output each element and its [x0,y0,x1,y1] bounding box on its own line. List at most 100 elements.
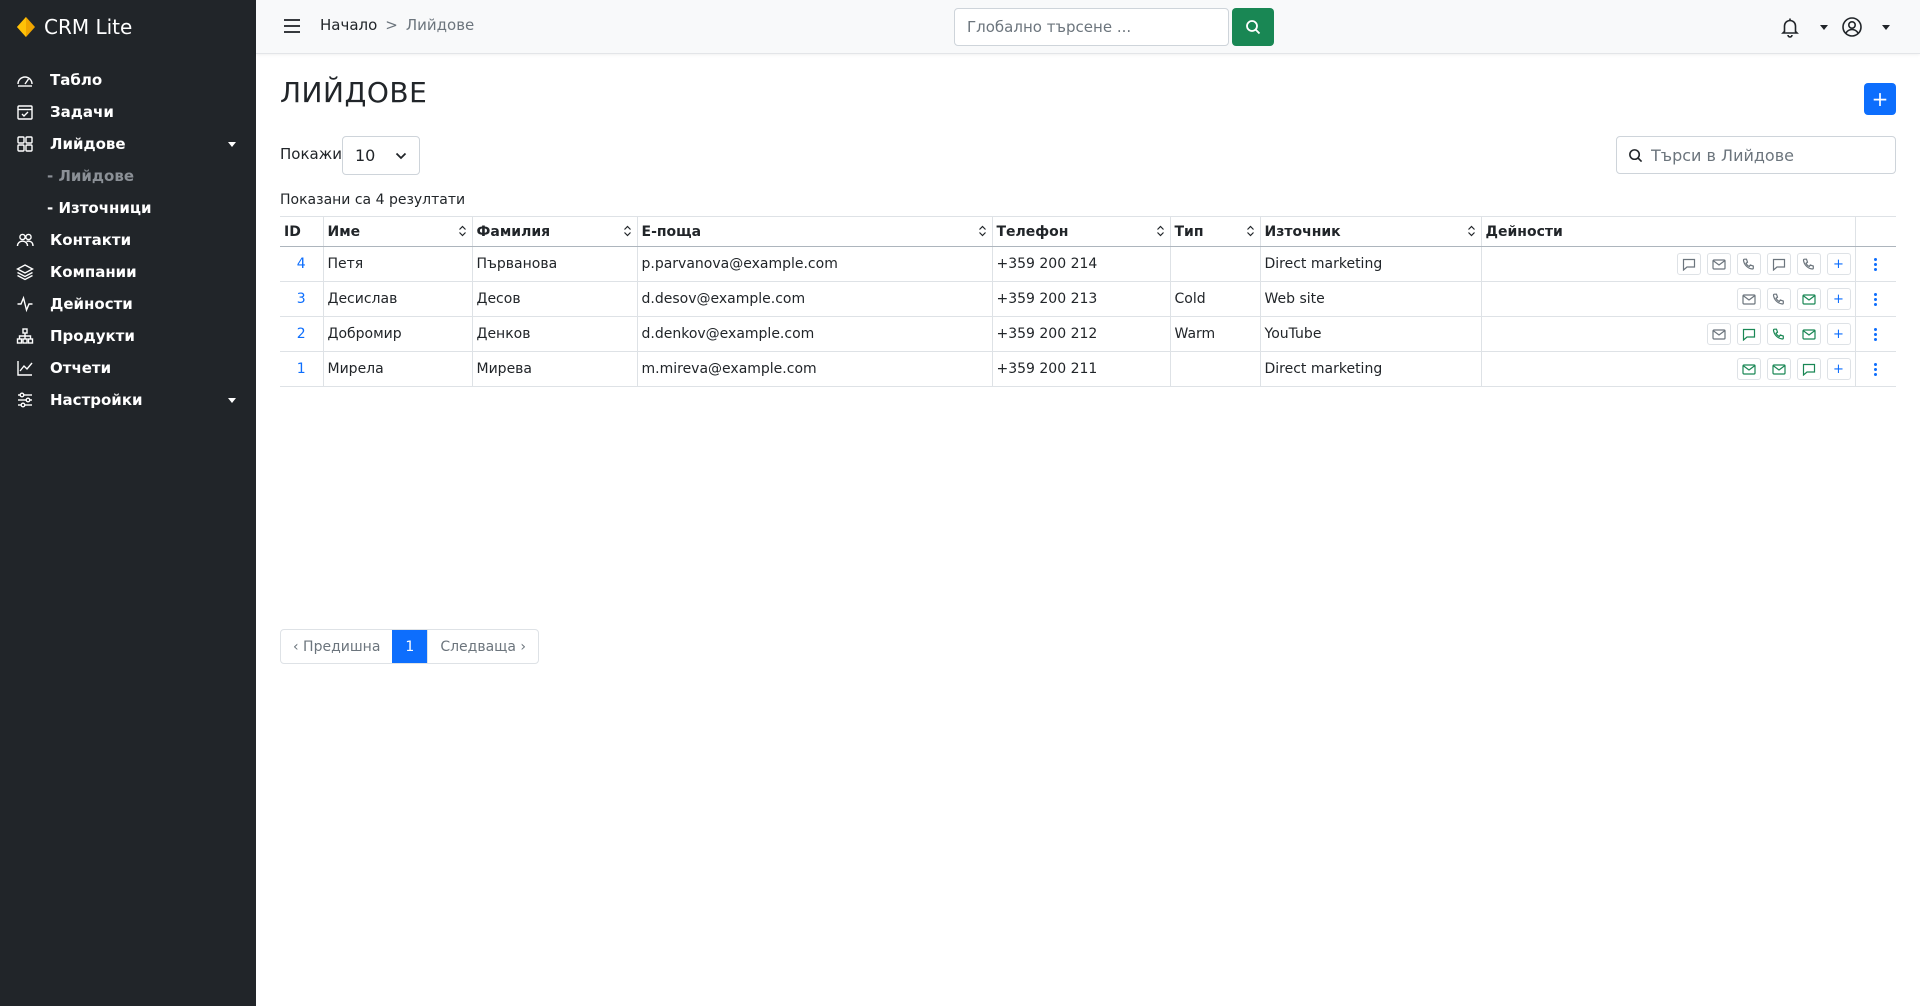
search-icon [1628,148,1643,163]
table-header-row: ID Име Фамилия Е-поща Телефон Тип Източн… [280,216,1896,247]
activity-phone-button[interactable] [1766,288,1791,310]
last-name-cell: Първанова [471,246,637,282]
kebab-menu-icon[interactable] [1871,254,1881,274]
breadcrumb-home-link[interactable]: Начало [320,16,377,34]
activity-envelope-button[interactable] [1736,288,1761,310]
column-header-id[interactable]: ID [280,216,323,247]
activity-chat-button[interactable] [1796,358,1821,380]
breadcrumb-separator: > [385,16,398,34]
sidebar-item-dashboard[interactable]: Табло [0,64,256,96]
pagination-page-current[interactable]: 1 [392,630,428,663]
table-row: 3 Десислав Десов d.desov@example.com +35… [280,281,1896,317]
pagination-next[interactable]: Следваща › [427,630,538,663]
source-cell: Direct marketing [1259,246,1481,282]
activity-envelope-button[interactable] [1736,358,1761,380]
lead-id-link[interactable]: 4 [280,246,323,282]
activity-chat-button[interactable] [1736,323,1761,345]
sort-icon [623,225,632,237]
lead-id-link[interactable]: 2 [280,316,323,352]
dashboard-icon [15,70,35,90]
lead-id-link[interactable]: 1 [280,351,323,387]
phone-cell: +359 200 214 [991,246,1170,282]
sidebar-item-leads[interactable]: Лийдове [0,128,256,160]
email-cell: d.denkov@example.com [636,316,992,352]
sidebar-subitem-sources[interactable]: - Източници [0,192,256,224]
sidebar-item-label: Компании [50,263,137,281]
column-header-source[interactable]: Източник [1259,216,1481,247]
phone-icon [1742,258,1755,271]
activity-envelope-button[interactable] [1796,288,1821,310]
people-icon [15,230,35,250]
page-title: ЛИЙДОВЕ [280,76,428,109]
brand[interactable]: CRM Lite [16,14,132,40]
activity-envelope-button[interactable] [1706,253,1731,275]
app-name: CRM Lite [44,15,133,39]
sidebar-item-label: Табло [50,71,103,89]
pagination-previous[interactable]: ‹ Предишна [281,630,392,663]
grid-icon [15,134,35,154]
activity-envelope-button[interactable] [1796,323,1821,345]
plus-icon: + [1871,87,1889,111]
activity-phone-button[interactable] [1766,323,1791,345]
pagination: ‹ Предишна 1 Следваща › [280,629,539,664]
add-activity-button[interactable]: + [1826,288,1851,310]
envelope-icon [1711,328,1726,340]
chat-icon [1742,328,1756,341]
sidebar-item-reports[interactable]: Отчети [0,352,256,384]
last-name-cell: Денков [471,316,637,352]
activity-phone-button[interactable] [1736,253,1761,275]
sidebar-item-products[interactable]: Продукти [0,320,256,352]
add-activity-button[interactable]: + [1826,253,1851,275]
activity-chat-button[interactable] [1766,253,1791,275]
column-header-last-name[interactable]: Фамилия [471,216,637,247]
type-cell: Warm [1169,316,1260,352]
sidebar-item-activities[interactable]: Дейности [0,288,256,320]
leads-search-input[interactable] [1651,137,1891,173]
user-dropdown-caret-icon[interactable] [1882,25,1890,30]
sort-icon [458,225,467,237]
activity-envelope-button[interactable] [1706,323,1731,345]
sidebar-item-settings[interactable]: Настройки [0,384,256,416]
sidebar-item-companies[interactable]: Компании [0,256,256,288]
email-cell: p.parvanova@example.com [636,246,992,282]
column-header-email[interactable]: Е-поща [636,216,992,247]
column-header-type[interactable]: Тип [1169,216,1260,247]
email-cell: d.desov@example.com [636,281,992,317]
sidebar: CRM Lite Табло Задачи Лийдове - Лийдове … [0,0,256,1006]
user-avatar-icon[interactable] [1841,16,1863,38]
kebab-menu-icon[interactable] [1871,289,1881,309]
notifications-bell-icon[interactable] [1779,16,1801,38]
sidebar-item-label: Настройки [50,391,143,409]
global-search-button[interactable] [1232,8,1274,46]
sidebar-subitem-label: - Източници [47,199,152,217]
sidebar-subitem-leads[interactable]: - Лийдове [0,160,256,192]
kebab-menu-icon[interactable] [1871,324,1881,344]
calendar-check-icon [15,102,35,122]
column-header-activities: Дейности [1480,216,1855,247]
hamburger-menu-icon[interactable] [282,16,302,36]
add-activity-button[interactable]: + [1826,323,1851,345]
activity-phone-button[interactable] [1796,253,1821,275]
lead-id-link[interactable]: 3 [280,281,323,317]
table-row: 2 Добромир Денков d.denkov@example.com +… [280,316,1896,352]
chat-icon [1682,258,1696,271]
phone-icon [1802,258,1815,271]
activity-envelope-button[interactable] [1766,358,1791,380]
column-header-first-name[interactable]: Име [322,216,472,247]
chevron-down-icon [395,151,407,161]
add-activity-button[interactable]: + [1826,358,1851,380]
column-header-menu [1854,216,1896,247]
add-lead-button[interactable]: + [1864,83,1896,115]
sort-icon [978,225,987,237]
phone-icon [1772,293,1785,306]
global-search-input[interactable] [954,8,1229,46]
page-size-select[interactable]: 10 [342,136,420,175]
row-menu-cell [1854,316,1896,352]
column-header-phone[interactable]: Телефон [991,216,1170,247]
activity-chat-button[interactable] [1676,253,1701,275]
sidebar-item-contacts[interactable]: Контакти [0,224,256,256]
kebab-menu-icon[interactable] [1871,359,1881,379]
sidebar-item-tasks[interactable]: Задачи [0,96,256,128]
sidebar-nav: Табло Задачи Лийдове - Лийдове - Източни… [0,64,256,416]
notifications-dropdown-caret-icon[interactable] [1820,25,1828,30]
